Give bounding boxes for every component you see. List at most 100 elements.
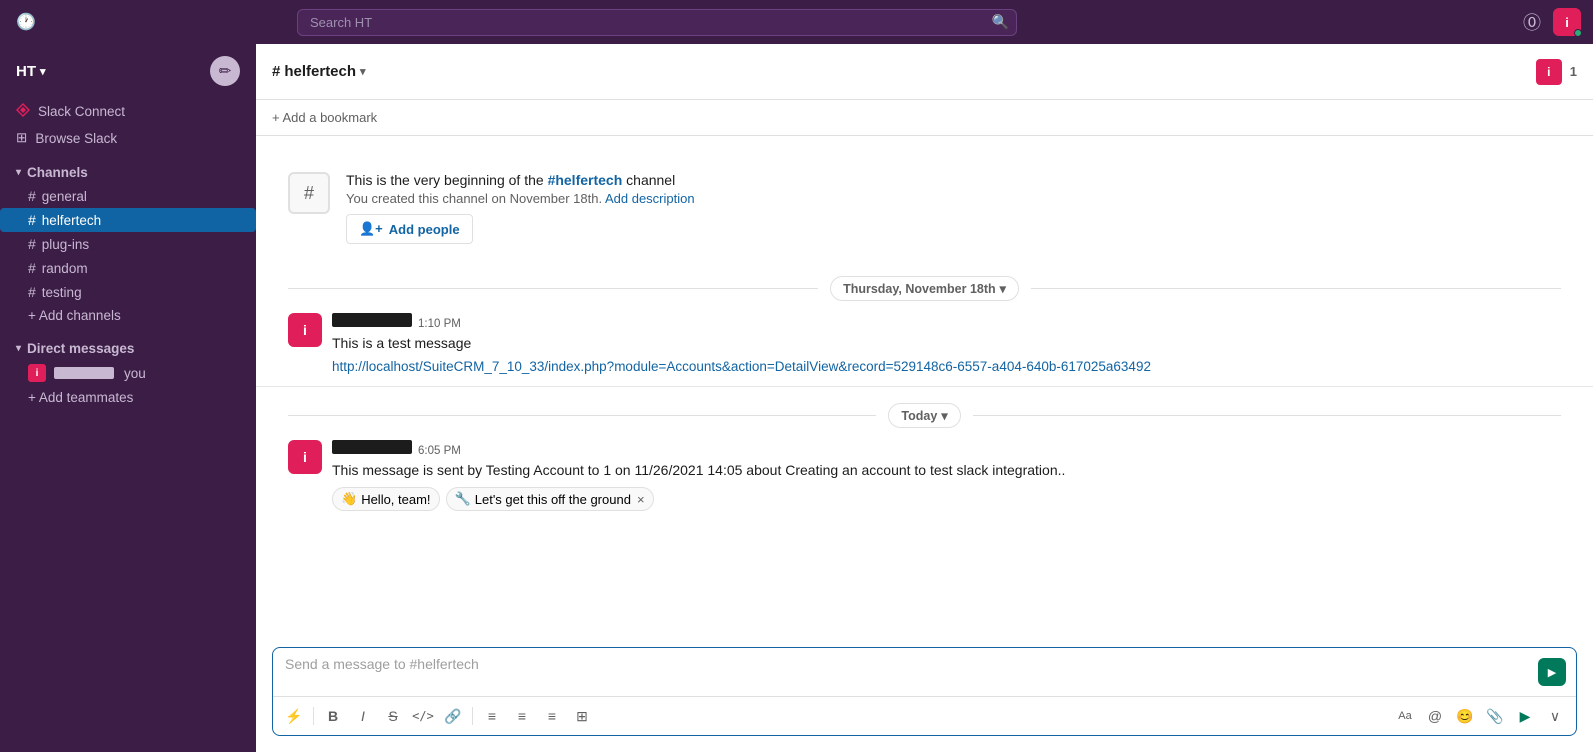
add-bookmark-button[interactable]: + Add a bookmark (272, 110, 377, 125)
toolbar-blockquote-button[interactable]: ⊞ (569, 703, 595, 729)
add-channels-button[interactable]: + Add channels (0, 304, 256, 327)
divider-line (288, 288, 818, 289)
channel-label: general (42, 189, 87, 204)
channels-group-header[interactable]: ▾ Channels (0, 151, 256, 184)
message-header: 1:10 PM (332, 313, 1561, 330)
divider-line (288, 415, 876, 416)
channel-intro: # This is the very beginning of the #hel… (256, 152, 1593, 268)
browse-slack-label: Browse Slack (35, 131, 117, 146)
message-input[interactable] (285, 656, 1564, 672)
sidebar-channel-helfertech[interactable]: # helfertech (0, 208, 256, 232)
add-teammates-label: + Add teammates (28, 390, 133, 405)
send-button-top[interactable]: ▶ (1538, 658, 1566, 686)
toolbar-attach-button[interactable]: 📎 (1482, 703, 1508, 729)
reaction-hello-team[interactable]: 👋 Hello, team! (332, 487, 440, 511)
compose-button[interactable]: ✏ (210, 56, 240, 86)
channel-intro-icon: # (288, 172, 330, 214)
divider-line (1031, 288, 1561, 289)
hash-icon: # (28, 284, 36, 300)
channel-label: testing (42, 285, 82, 300)
message-time: 6:05 PM (418, 445, 461, 457)
hash-icon: # (28, 188, 36, 204)
add-people-button[interactable]: 👤+ Add people (346, 214, 473, 244)
toolbar-strikethrough-button[interactable]: S (380, 703, 406, 729)
topbar-right: ⓪ i (1523, 8, 1581, 36)
toolbar-text-size-button[interactable]: Aa (1392, 703, 1418, 729)
workspace-chevron-icon: ▾ (40, 65, 46, 78)
message-input-area: ▶ ⚡ B I S </> 🔗 ≡ ≡ ≡ ⊞ Aa @ 😊 (272, 647, 1577, 736)
sidebar-item-slack-connect[interactable]: Slack Connect (0, 98, 256, 125)
message-content: 1:10 PM This is a test message http://lo… (332, 313, 1561, 374)
toolbar-more-button[interactable]: ∨ (1542, 703, 1568, 729)
history-icon[interactable]: 🕐 (12, 12, 40, 32)
channel-label: random (42, 261, 88, 276)
toolbar-indent-button[interactable]: ≡ (539, 703, 565, 729)
sidebar-channel-general[interactable]: # general (0, 184, 256, 208)
channel-title[interactable]: # helfertech ▾ (272, 63, 366, 80)
toolbar-divider (313, 707, 314, 725)
help-icon[interactable]: ⓪ (1523, 9, 1541, 35)
toolbar-mention-button[interactable]: @ (1422, 703, 1448, 729)
message-row: i 6:05 PM This message is sent by Testin… (256, 436, 1593, 515)
hash-icon: # (28, 260, 36, 276)
toolbar-code-button[interactable]: </> (410, 703, 436, 729)
toolbar-ol-button[interactable]: ≡ (479, 703, 505, 729)
user-avatar[interactable]: i (1553, 8, 1581, 36)
toolbar-bold-button[interactable]: B (320, 703, 346, 729)
toolbar-italic-button[interactable]: I (350, 703, 376, 729)
dm-item-you[interactable]: i you (0, 360, 256, 386)
message-text: This message is sent by Testing Account … (332, 460, 1561, 481)
search-icon: 🔍 (992, 14, 1009, 31)
reaction-emoji: 🔧 (455, 491, 471, 507)
message-input-toolbar: ⚡ B I S </> 🔗 ≡ ≡ ≡ ⊞ Aa @ 😊 📎 ▶ ∨ (273, 696, 1576, 735)
reactions-container: 👋 Hello, team! 🔧 Let's get this off the … (332, 487, 1561, 511)
today-label[interactable]: Today ▾ (888, 403, 960, 428)
add-bookmark-label: + Add a bookmark (272, 110, 377, 125)
channel-link[interactable]: #helfertech (548, 172, 623, 188)
toolbar-ul-button[interactable]: ≡ (509, 703, 535, 729)
message-author-redacted (332, 440, 412, 454)
sidebar: HT ▾ ✏ Slack Connect ⊞ Browse Slack ▾ (0, 44, 256, 752)
channel-member-avatar[interactable]: i (1536, 59, 1562, 85)
sidebar-channel-plug-ins[interactable]: # plug-ins (0, 232, 256, 256)
add-teammates-button[interactable]: + Add teammates (0, 386, 256, 409)
toolbar-link-button[interactable]: 🔗 (440, 703, 466, 729)
message-content: 6:05 PM This message is sent by Testing … (332, 440, 1561, 511)
add-channels-label: + Add channels (28, 308, 121, 323)
online-indicator (1574, 29, 1582, 37)
messages-area[interactable]: # This is the very beginning of the #hel… (256, 136, 1593, 639)
toolbar-emoji-button[interactable]: 😊 (1452, 703, 1478, 729)
message-avatar: i (288, 440, 322, 474)
dm-chevron-icon: ▾ (16, 343, 21, 354)
send-icon: ▶ (1548, 666, 1556, 679)
toolbar-lightning-button[interactable]: ⚡ (281, 703, 307, 729)
channel-label: plug-ins (42, 237, 89, 252)
divider-line (973, 415, 1561, 416)
add-person-icon: 👤+ (359, 221, 383, 237)
sidebar-channel-testing[interactable]: # testing (0, 280, 256, 304)
channel-header-right: i 1 (1536, 59, 1577, 85)
reaction-lets-go[interactable]: 🔧 Let's get this off the ground × (446, 487, 654, 511)
reaction-label: Let's get this off the ground (475, 492, 631, 507)
section-divider (256, 386, 1593, 387)
sidebar-item-browse-slack[interactable]: ⊞ Browse Slack (0, 125, 256, 151)
toolbar-divider (472, 707, 473, 725)
search-input[interactable] (297, 9, 1017, 36)
channel-area: # helfertech ▾ i 1 + Add a bookmark # (256, 44, 1593, 752)
message-link-container: http://localhost/SuiteCRM_7_10_33/index.… (332, 358, 1561, 374)
member-count: 1 (1570, 64, 1577, 79)
toolbar-send-button[interactable]: ▶ (1512, 703, 1538, 729)
reaction-close-icon[interactable]: × (637, 492, 645, 507)
channel-intro-text: This is the very beginning of the #helfe… (346, 172, 695, 244)
add-description-link[interactable]: Add description (605, 191, 695, 206)
workspace-header[interactable]: HT ▾ ✏ (0, 44, 256, 98)
search-bar: 🔍 (297, 9, 1017, 36)
message-link[interactable]: http://localhost/SuiteCRM_7_10_33/index.… (332, 359, 1151, 374)
message-avatar: i (288, 313, 322, 347)
message-author-redacted (332, 313, 412, 327)
direct-messages-group-header[interactable]: ▾ Direct messages (0, 327, 256, 360)
slack-connect-label: Slack Connect (38, 104, 125, 119)
channel-chevron-icon: ▾ (360, 65, 366, 78)
thursday-label[interactable]: Thursday, November 18th ▾ (830, 276, 1019, 301)
sidebar-channel-random[interactable]: # random (0, 256, 256, 280)
